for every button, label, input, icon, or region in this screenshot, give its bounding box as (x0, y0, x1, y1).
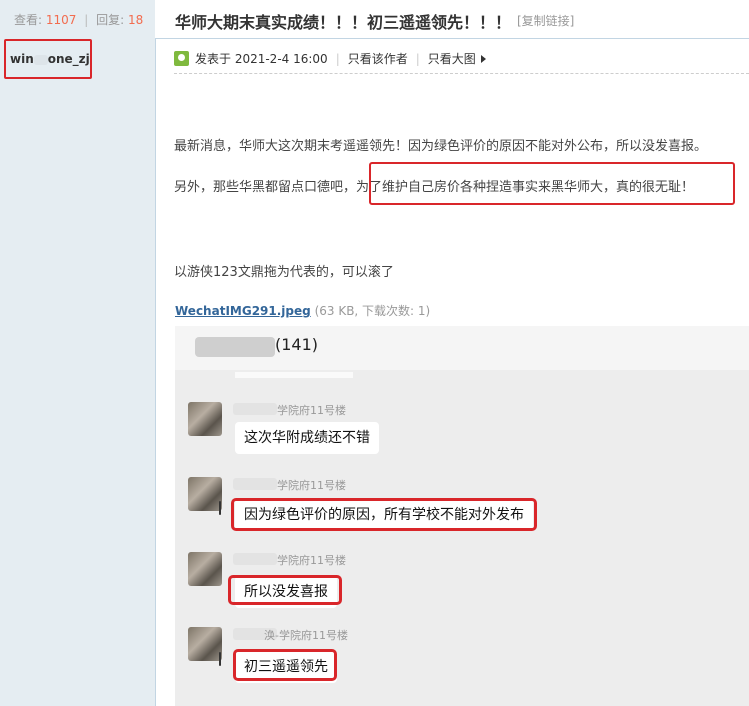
copy-link-button[interactable]: [复制链接] (517, 12, 574, 29)
attachment: WechatIMG291.jpeg (63 KB, 下载次数: 1) (175, 302, 430, 319)
sender-name-redaction (233, 403, 277, 415)
meta-divider-line (174, 73, 749, 74)
sender-avatar (188, 552, 222, 586)
sender-name-redaction (233, 478, 277, 490)
attachment-link[interactable]: WechatIMG291.jpeg (175, 304, 311, 318)
chat-screenshot[interactable]: (141) 学院府11号楼 这次华附成绩还不错 学院府11号楼 因为绿色评价的原… (175, 326, 749, 706)
group-name-redaction (195, 337, 275, 357)
post-paragraph-3: 以游侠123文鼎拖为代表的，可以滚了 (174, 265, 394, 280)
author-name-start: win (10, 52, 34, 66)
post-stats: 查看: 1107 | 回复: 18 (14, 11, 143, 28)
message-highlight-box (228, 575, 342, 605)
message-highlight-box (233, 649, 337, 681)
chat-bubble: 这次华附成绩还不错 (235, 422, 379, 454)
post-sidebar (0, 0, 156, 706)
post-title-bar: 华师大期末真实成绩！！！初三遥遥领先！！！ [复制链接] (155, 0, 749, 39)
replies-label: 回复: (96, 13, 125, 27)
post-date: 发表于 2021-2-4 16:00 (195, 52, 328, 66)
sender-name: 涣-学院府11号楼 (264, 629, 348, 642)
views-label: 查看: (14, 13, 43, 27)
large-image-link[interactable]: 只看大图 (428, 50, 476, 67)
author-name-end: one_zj (47, 52, 90, 66)
post-title: 华师大期末真实成绩！！！初三遥遥领先！！！ (175, 13, 512, 32)
sender-name: 学院府11号楼 (277, 479, 346, 492)
only-author-link[interactable]: 只看该作者 (348, 50, 408, 67)
sender-name-redaction (233, 553, 277, 565)
caret-right-icon[interactable] (480, 54, 486, 63)
meta-divider: | (415, 51, 420, 66)
stats-divider: | (84, 13, 89, 27)
chat-divider (235, 372, 353, 378)
online-status-icon (174, 51, 189, 66)
views-count: 1107 (45, 13, 77, 27)
avatar-mark (219, 501, 221, 515)
attachment-info: (63 KB, 下载次数: 1) (314, 304, 431, 318)
chat-header: (141) (175, 326, 749, 370)
sender-avatar (188, 402, 222, 436)
post-paragraph-1: 最新消息，华师大这次期末考遥遥领先！因为绿色评价的原因不能对外公布，所以没发喜报… (174, 139, 708, 154)
replies-count: 18 (128, 13, 144, 27)
avatar-mark (219, 652, 221, 666)
sender-avatar (188, 627, 222, 661)
sender-name: 学院府11号楼 (277, 554, 346, 567)
message-highlight-box (231, 498, 537, 531)
paragraph-highlight-box (369, 162, 735, 205)
group-member-count: (141) (275, 335, 319, 354)
meta-divider: | (335, 51, 340, 66)
author-name[interactable]: win one_zj (10, 52, 90, 66)
author-name-redaction (33, 54, 48, 65)
sender-name: 学院府11号楼 (277, 404, 346, 417)
post-meta: 发表于 2021-2-4 16:00 | 只看该作者 | 只看大图 (174, 50, 486, 67)
sender-avatar (188, 477, 222, 511)
